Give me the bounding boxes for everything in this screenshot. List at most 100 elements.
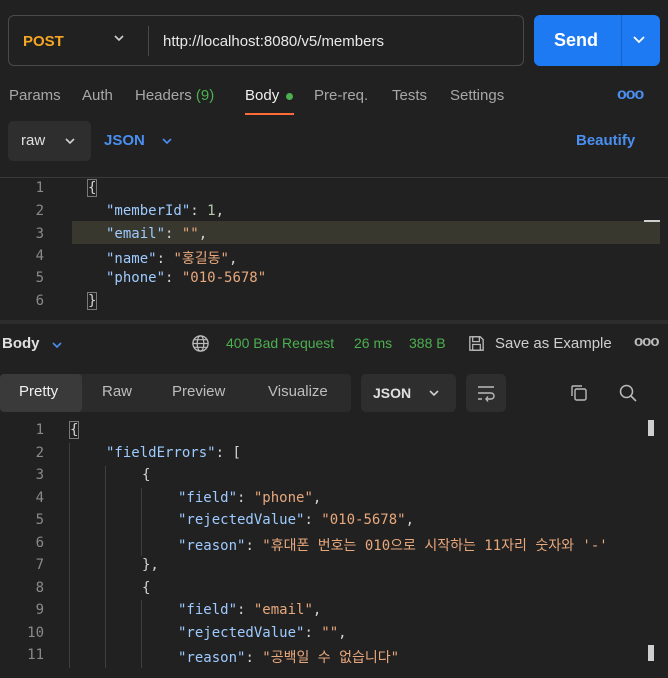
request-body-editor[interactable]	[0, 177, 668, 315]
copy-icon[interactable]	[569, 383, 589, 406]
body-language-select[interactable]: JSON	[104, 132, 145, 149]
chevron-down-icon[interactable]	[112, 31, 126, 48]
json-key: "rejectedValue"	[178, 512, 305, 528]
json-value: "010-5678"	[181, 270, 267, 286]
json-line-phone: "phone": "010-5678"	[106, 270, 267, 286]
json-key: "reason"	[178, 650, 246, 666]
json-open-brace: {	[68, 421, 80, 439]
tab-visualize[interactable]: Visualize	[268, 383, 328, 400]
json-close-brace: }	[86, 292, 98, 310]
tab-settings[interactable]: Settings	[450, 87, 504, 104]
response-size[interactable]: 388 B	[409, 335, 446, 351]
line-number: 1	[35, 180, 44, 196]
json-line-reason: "reason": "공백일 수 없습니다"	[178, 650, 400, 666]
json-value: 1	[207, 203, 216, 219]
json-line-reason: "reason": "휴대폰 번호는 010으로 시작하는 11자리 숫자와 '…	[178, 538, 608, 554]
json-value: "홍길동"	[173, 251, 229, 267]
response-body-select[interactable]: Body	[2, 335, 40, 352]
tab-pretty[interactable]: Pretty	[19, 383, 58, 400]
tab-prereq[interactable]: Pre-req.	[314, 87, 368, 104]
json-open-brace: {	[86, 179, 98, 197]
url-divider	[148, 26, 149, 56]
json-line-email: "email": "",	[106, 226, 208, 242]
more-tabs-icon[interactable]: ooo	[617, 86, 644, 104]
json-key: "fieldErrors"	[106, 445, 216, 461]
body-modified-dot	[286, 93, 293, 100]
send-label: Send	[554, 30, 599, 50]
json-value: "email"	[253, 602, 313, 618]
line-number: 10	[27, 625, 44, 641]
tab-headers[interactable]: Headers (9)	[135, 87, 214, 104]
line-number: 2	[35, 445, 44, 461]
indent-guide	[105, 466, 106, 668]
status-badge[interactable]: 400 Bad Request	[226, 335, 334, 351]
wrap-lines-button[interactable]	[466, 374, 506, 412]
json-key: "rejectedValue"	[178, 625, 305, 641]
tab-raw[interactable]: Raw	[102, 383, 132, 400]
tab-body[interactable]: Body	[245, 87, 279, 104]
indent-guide	[141, 600, 142, 668]
chevron-down-icon[interactable]	[160, 134, 174, 151]
tab-tests[interactable]: Tests	[392, 87, 427, 104]
response-scrollbar-bottom[interactable]	[648, 645, 654, 661]
tab-params[interactable]: Params	[9, 87, 61, 104]
indent-guide	[69, 443, 70, 668]
json-line-name: "name": "홍길동",	[106, 251, 238, 267]
json-key: "name"	[106, 251, 157, 267]
response-format-select[interactable]: JSON	[361, 374, 456, 412]
response-format-label: JSON	[373, 385, 412, 401]
tab-preview[interactable]: Preview	[172, 383, 225, 400]
indent-guide	[141, 488, 142, 556]
tab-auth[interactable]: Auth	[82, 87, 113, 104]
body-mode-label: raw	[21, 132, 46, 149]
globe-icon[interactable]	[191, 334, 210, 356]
json-array-open: [	[232, 445, 241, 461]
line-number: 11	[27, 647, 44, 663]
json-key: "field"	[178, 490, 238, 506]
json-line-field: "field": "phone",	[178, 490, 322, 506]
line-number: 6	[35, 535, 44, 551]
line-number: 5	[35, 270, 44, 286]
response-time[interactable]: 26 ms	[354, 335, 392, 351]
chevron-down-icon[interactable]	[50, 338, 64, 355]
line-number: 5	[35, 512, 44, 528]
save-icon[interactable]	[467, 334, 486, 356]
json-value: ""	[181, 226, 199, 242]
line-number: 3	[35, 467, 44, 483]
chevron-down-icon[interactable]	[631, 31, 647, 50]
line-number: 8	[35, 580, 44, 596]
json-object-close: },	[142, 557, 159, 573]
url-bar: POST http://localhost:8080/v5/members	[8, 15, 524, 66]
pane-resize-handle[interactable]	[0, 320, 668, 324]
response-scrollbar-top[interactable]	[648, 420, 654, 436]
line-number: 2	[35, 203, 44, 219]
headers-count: (9)	[195, 87, 215, 104]
editor-scroll-indicator[interactable]	[644, 220, 660, 222]
url-input[interactable]: http://localhost:8080/v5/members	[163, 33, 384, 50]
beautify-button[interactable]: Beautify	[576, 132, 635, 149]
save-as-example-button[interactable]: Save as Example	[495, 335, 612, 352]
send-button[interactable]: Send	[534, 15, 660, 66]
tab-headers-label: Headers	[135, 87, 192, 104]
json-value: "공백일 수 없습니다"	[262, 650, 400, 666]
json-key: "phone"	[106, 270, 166, 286]
json-value: ""	[321, 625, 339, 641]
json-line-rejected: "rejectedValue": "",	[178, 625, 347, 641]
line-number: 4	[35, 490, 44, 506]
json-line-rejected: "rejectedValue": "010-5678",	[178, 512, 415, 528]
json-line-field: "field": "email",	[178, 602, 322, 618]
json-object-open: {	[142, 580, 151, 596]
more-options-icon[interactable]: ooo	[634, 333, 659, 350]
wrap-lines-icon	[476, 384, 496, 405]
json-key: "email"	[106, 226, 166, 242]
chevron-down-icon	[63, 134, 77, 151]
method-select[interactable]: POST	[23, 33, 64, 50]
search-icon[interactable]	[618, 383, 638, 406]
json-key: "memberId"	[106, 203, 191, 219]
line-number: 4	[35, 248, 44, 264]
body-mode-select[interactable]: raw	[8, 121, 91, 161]
json-line-memberid: "memberId": 1,	[106, 203, 225, 219]
send-divider	[621, 15, 622, 66]
json-key: "field"	[178, 602, 238, 618]
line-number: 9	[35, 602, 44, 618]
